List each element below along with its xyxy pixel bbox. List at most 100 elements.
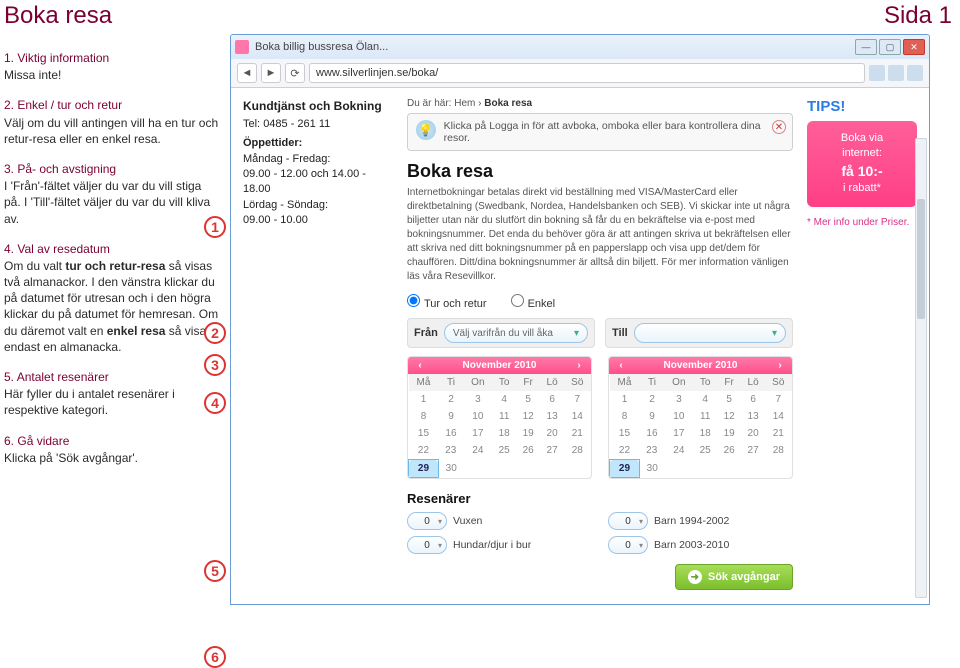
calendar-day[interactable]: 2: [639, 391, 664, 408]
from-select[interactable]: Välj varifrån du vill åka: [444, 323, 588, 343]
calendar-day[interactable]: 15: [409, 425, 439, 442]
hours-weekend: 09.00 - 10.00: [243, 213, 393, 228]
scrollbar[interactable]: [915, 138, 927, 598]
calendar-day[interactable]: 26: [516, 442, 540, 460]
calendar-day[interactable]: 12: [717, 408, 741, 425]
extension-icon[interactable]: [888, 65, 904, 81]
calendar-day[interactable]: 1: [610, 391, 640, 408]
nav-back-button[interactable]: ◄: [237, 63, 257, 83]
calendar-day[interactable]: 20: [741, 425, 765, 442]
calendar-day[interactable]: 1: [409, 391, 439, 408]
calendar-day[interactable]: 9: [639, 408, 664, 425]
extension-icon[interactable]: [869, 65, 885, 81]
calendar-day[interactable]: 6: [741, 391, 765, 408]
window-minimize-button[interactable]: —: [855, 39, 877, 55]
callout-marker: 2: [204, 322, 226, 344]
callout-marker: 6: [204, 646, 226, 668]
calendar-day[interactable]: 5: [516, 391, 540, 408]
calendar-day[interactable]: 13: [540, 408, 564, 425]
calendar-day[interactable]: 21: [765, 425, 791, 442]
calendar-day[interactable]: 28: [765, 442, 791, 460]
cal-next-icon[interactable]: ›: [774, 360, 786, 371]
login-notice: 💡 Klicka på Logga in för att avboka, omb…: [407, 113, 793, 151]
open-label: Öppettider:: [243, 136, 393, 151]
calendar-day[interactable]: 8: [409, 408, 439, 425]
calendar-day: [741, 460, 765, 478]
calendar-day[interactable]: 17: [463, 425, 492, 442]
calendar-day[interactable]: 9: [438, 408, 463, 425]
calendar-day[interactable]: 10: [463, 408, 492, 425]
calendar-day[interactable]: 3: [463, 391, 492, 408]
calendar-day[interactable]: 25: [492, 442, 516, 460]
calendar-day[interactable]: 11: [492, 408, 516, 425]
spinner-hund[interactable]: 0: [407, 536, 447, 554]
calendar-day[interactable]: 29: [409, 460, 439, 478]
calendar-day[interactable]: 4: [693, 391, 717, 408]
calendar-day[interactable]: 26: [717, 442, 741, 460]
calendar-day[interactable]: 4: [492, 391, 516, 408]
calendar-outbound[interactable]: ‹November 2010› MåTiOnToFrLöSö1234567891…: [407, 356, 592, 479]
calendar-day[interactable]: 14: [765, 408, 791, 425]
calendar-day[interactable]: 18: [492, 425, 516, 442]
calendar-day[interactable]: 19: [717, 425, 741, 442]
calendar-day[interactable]: 27: [540, 442, 564, 460]
calendar-day[interactable]: 17: [664, 425, 693, 442]
window-close-button[interactable]: ✕: [903, 39, 925, 55]
calendar-day[interactable]: 20: [540, 425, 564, 442]
nav-forward-button[interactable]: ►: [261, 63, 281, 83]
calendar-day[interactable]: 15: [610, 425, 640, 442]
cal-prev-icon[interactable]: ‹: [414, 360, 426, 371]
calendar-day[interactable]: 16: [639, 425, 664, 442]
calendar-day[interactable]: 6: [540, 391, 564, 408]
spinner-vuxen[interactable]: 0: [407, 512, 447, 530]
label-hund: Hundar/djur i bur: [453, 539, 531, 551]
tel-label: Tel:: [243, 118, 260, 130]
calendar-day[interactable]: 22: [610, 442, 640, 460]
search-departures-button[interactable]: ➜ Sök avgångar: [675, 564, 793, 590]
calendar-day[interactable]: 3: [664, 391, 693, 408]
calendar-day[interactable]: 28: [564, 442, 590, 460]
calendar-day[interactable]: 10: [664, 408, 693, 425]
calendar-day[interactable]: 2: [438, 391, 463, 408]
close-icon[interactable]: ✕: [772, 120, 786, 134]
calendar-day[interactable]: 16: [438, 425, 463, 442]
window-maximize-button[interactable]: ▢: [879, 39, 901, 55]
calendar-day[interactable]: 13: [741, 408, 765, 425]
radio-tur-och-retur[interactable]: Tur och retur: [407, 294, 487, 310]
scrollbar-thumb[interactable]: [917, 199, 925, 319]
spinner-barn2[interactable]: 0: [608, 536, 648, 554]
radio-enkel[interactable]: Enkel: [511, 294, 556, 310]
calendar-day[interactable]: 22: [409, 442, 439, 460]
calendar-day[interactable]: 21: [564, 425, 590, 442]
calendar-day[interactable]: 30: [438, 460, 463, 478]
nav-reload-button[interactable]: ⟳: [285, 63, 305, 83]
calendar-day[interactable]: 23: [639, 442, 664, 460]
cal-next-icon[interactable]: ›: [573, 360, 585, 371]
calendar-day[interactable]: 24: [664, 442, 693, 460]
address-bar[interactable]: www.silverlinjen.se/boka/: [309, 63, 865, 83]
wrench-icon[interactable]: [907, 65, 923, 81]
calendar-day[interactable]: 12: [516, 408, 540, 425]
calendar-day[interactable]: 14: [564, 408, 590, 425]
calendar-day[interactable]: 7: [765, 391, 791, 408]
cal-prev-icon[interactable]: ‹: [615, 360, 627, 371]
breadcrumb-home[interactable]: Hem: [454, 98, 475, 109]
calendar-day[interactable]: 8: [610, 408, 640, 425]
calendar-day[interactable]: 27: [741, 442, 765, 460]
calendar-day: [516, 460, 540, 478]
calendar-day[interactable]: 5: [717, 391, 741, 408]
calendar-day[interactable]: 11: [693, 408, 717, 425]
to-select[interactable]: [634, 323, 786, 343]
calendar-day[interactable]: 29: [610, 460, 640, 478]
calendar-day[interactable]: 23: [438, 442, 463, 460]
calendar-day[interactable]: 18: [693, 425, 717, 442]
tab-title[interactable]: Boka billig bussresa Ölan...: [255, 41, 855, 53]
calendar-return[interactable]: ‹November 2010› MåTiOnToFrLöSö1234567891…: [608, 356, 793, 479]
breadcrumb-current: Boka resa: [484, 98, 532, 109]
spinner-barn1[interactable]: 0: [608, 512, 648, 530]
calendar-day[interactable]: 7: [564, 391, 590, 408]
calendar-day[interactable]: 30: [639, 460, 664, 478]
calendar-day[interactable]: 19: [516, 425, 540, 442]
calendar-day[interactable]: 24: [463, 442, 492, 460]
calendar-day[interactable]: 25: [693, 442, 717, 460]
